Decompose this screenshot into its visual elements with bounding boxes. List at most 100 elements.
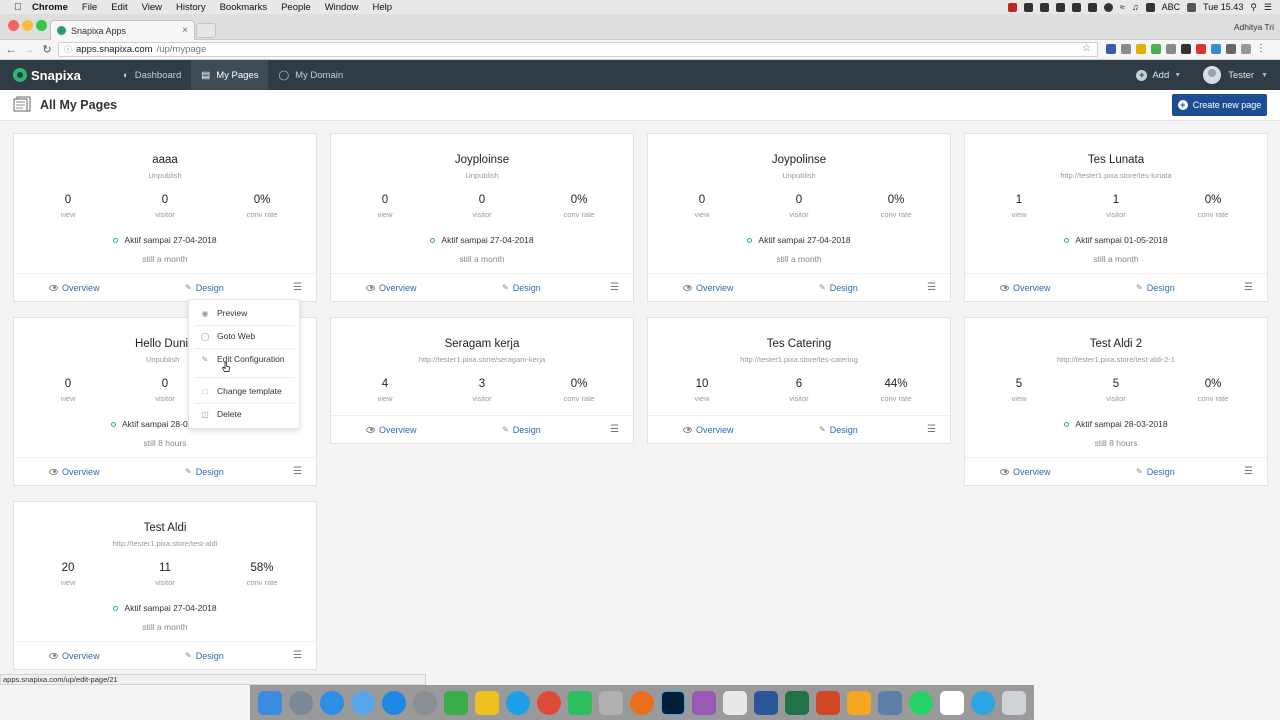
card-subtitle[interactable]: http://tester1.pixa.store/tes-catering: [648, 355, 950, 364]
card-subtitle[interactable]: http://tester1.pixa.store/test-aldi: [14, 539, 316, 548]
menu-app-name[interactable]: Chrome: [25, 2, 75, 13]
tray-icon[interactable]: [1071, 2, 1081, 12]
menu-help[interactable]: Help: [365, 2, 399, 13]
menu-file[interactable]: File: [75, 2, 104, 13]
extension-icon[interactable]: [1181, 44, 1191, 54]
card-title[interactable]: Test Aldi 2: [965, 338, 1267, 350]
camtasia-icon[interactable]: [443, 690, 468, 715]
card-title[interactable]: Hello Duni: [135, 338, 188, 350]
launchpad-icon[interactable]: [288, 690, 313, 715]
evernote-icon[interactable]: [567, 690, 592, 715]
forward-icon[interactable]: →: [22, 44, 36, 56]
sublime-icon[interactable]: [847, 690, 872, 715]
safari-icon[interactable]: [319, 690, 344, 715]
document-icon[interactable]: [722, 690, 747, 715]
minimize-window-icon[interactable]: [22, 20, 33, 31]
overview-button[interactable]: Overview: [49, 283, 100, 293]
address-bar[interactable]: ⓘ apps.snapixa.com/up/mypage ☆: [58, 42, 1098, 57]
close-tab-icon[interactable]: ×: [182, 25, 188, 36]
messages-icon[interactable]: [350, 690, 375, 715]
card-title[interactable]: Joypolinse: [648, 154, 950, 166]
hamburger-menu-icon[interactable]: ☰: [610, 282, 619, 293]
card-subtitle[interactable]: http://tester1.pixa.store/seragam-kerja: [331, 355, 633, 364]
overview-button[interactable]: Overview: [683, 283, 734, 293]
menu-edit[interactable]: Edit: [104, 2, 134, 13]
finder-icon[interactable]: [257, 690, 282, 715]
chrome-icon[interactable]: [536, 690, 561, 715]
menu-item-edit-configuration[interactable]: ✎ Edit Configuration: [189, 350, 299, 368]
bookmark-star-icon[interactable]: ☆: [1082, 43, 1091, 54]
hamburger-menu-icon[interactable]: ☰: [610, 424, 619, 435]
extension-icon[interactable]: [1136, 44, 1146, 54]
card-subtitle[interactable]: http://tester1.pixa.store/tes-lunata: [965, 171, 1267, 180]
design-button[interactable]: ✎ Design: [502, 283, 541, 293]
create-new-page-button[interactable]: + Create new page: [1172, 94, 1267, 116]
powerpoint-icon[interactable]: [816, 690, 841, 715]
design-button[interactable]: ✎ Design: [185, 467, 224, 477]
card-title[interactable]: Tes Lunata: [965, 154, 1267, 166]
card-title[interactable]: aaaa: [14, 154, 316, 166]
overview-button[interactable]: Overview: [366, 425, 417, 435]
system-preferences-icon[interactable]: [412, 690, 437, 715]
design-button[interactable]: ✎ Design: [1136, 283, 1175, 293]
hamburger-menu-icon[interactable]: ☰: [293, 650, 302, 661]
notes-icon[interactable]: [598, 690, 623, 715]
calendar-icon[interactable]: [940, 690, 965, 715]
extension-icon[interactable]: [1166, 44, 1176, 54]
trash-icon[interactable]: [1002, 690, 1027, 715]
nav-dashboard[interactable]: ◐ Dashboard: [113, 60, 191, 90]
extension-icon[interactable]: [1121, 44, 1131, 54]
new-tab-button[interactable]: [196, 23, 216, 38]
input-source[interactable]: ABC: [1162, 2, 1181, 12]
card-title[interactable]: Seragam kerja: [331, 338, 633, 350]
bolt-app-icon[interactable]: [474, 690, 499, 715]
hamburger-menu-icon[interactable]: ☰: [927, 424, 936, 435]
app-store-icon[interactable]: [381, 690, 406, 715]
overview-button[interactable]: Overview: [49, 467, 100, 477]
apple-icon[interactable]: : [11, 2, 25, 13]
reload-icon[interactable]: ↻: [40, 43, 54, 56]
tray-icon[interactable]: [1055, 2, 1065, 12]
card-title[interactable]: Joyploinse: [331, 154, 633, 166]
overview-button[interactable]: Overview: [1000, 467, 1051, 477]
chrome-menu-icon[interactable]: ⋮: [1256, 44, 1266, 54]
nav-my-domain[interactable]: ◯ My Domain: [268, 60, 353, 90]
menu-window[interactable]: Window: [318, 2, 366, 13]
design-button[interactable]: ✎ Design: [819, 283, 858, 293]
overview-button[interactable]: Overview: [366, 283, 417, 293]
design-button[interactable]: ✎ Design: [1136, 467, 1175, 477]
menu-item-delete[interactable]: ◫ Delete: [189, 405, 299, 423]
overview-button[interactable]: Overview: [683, 425, 734, 435]
menu-history[interactable]: History: [169, 2, 213, 13]
add-menu[interactable]: + Add ▼: [1136, 69, 1181, 81]
notification-icon[interactable]: [1187, 2, 1197, 12]
app-logo[interactable]: Snapixa: [13, 68, 113, 83]
photoshop-icon[interactable]: [660, 690, 685, 715]
extension-icon[interactable]: [1196, 44, 1206, 54]
extension-icon[interactable]: [1106, 44, 1116, 54]
design-button[interactable]: ✎ Design: [819, 425, 858, 435]
menu-bookmarks[interactable]: Bookmarks: [213, 2, 275, 13]
menu-list-icon[interactable]: ☰: [1264, 2, 1272, 13]
excel-icon[interactable]: [785, 690, 810, 715]
hamburger-menu-icon[interactable]: ☰: [1244, 466, 1253, 477]
wifi-icon[interactable]: ≈: [1120, 2, 1125, 12]
nav-my-pages[interactable]: ▤ My Pages: [191, 60, 269, 90]
hamburger-menu-icon[interactable]: ☰: [1244, 282, 1253, 293]
quill-icon[interactable]: [691, 690, 716, 715]
word-icon[interactable]: [754, 690, 779, 715]
close-window-icon[interactable]: [8, 20, 19, 31]
hamburger-menu-icon[interactable]: ☰: [927, 282, 936, 293]
card-title[interactable]: Tes Catering: [648, 338, 950, 350]
battery-icon[interactable]: [1145, 2, 1155, 12]
hamburger-menu-icon[interactable]: ☰: [293, 466, 302, 477]
extension-icon[interactable]: [1151, 44, 1161, 54]
menu-item-change-template[interactable]: □ Change template: [189, 382, 299, 400]
tray-icon[interactable]: [1039, 2, 1049, 12]
overview-button[interactable]: Overview: [1000, 283, 1051, 293]
profile-name[interactable]: Adhitya Tri: [1234, 22, 1274, 32]
skype-icon[interactable]: [505, 690, 530, 715]
back-icon[interactable]: ←: [4, 44, 18, 56]
tray-icon[interactable]: [1087, 2, 1097, 12]
menu-item-preview[interactable]: ◉ Preview: [189, 304, 299, 322]
